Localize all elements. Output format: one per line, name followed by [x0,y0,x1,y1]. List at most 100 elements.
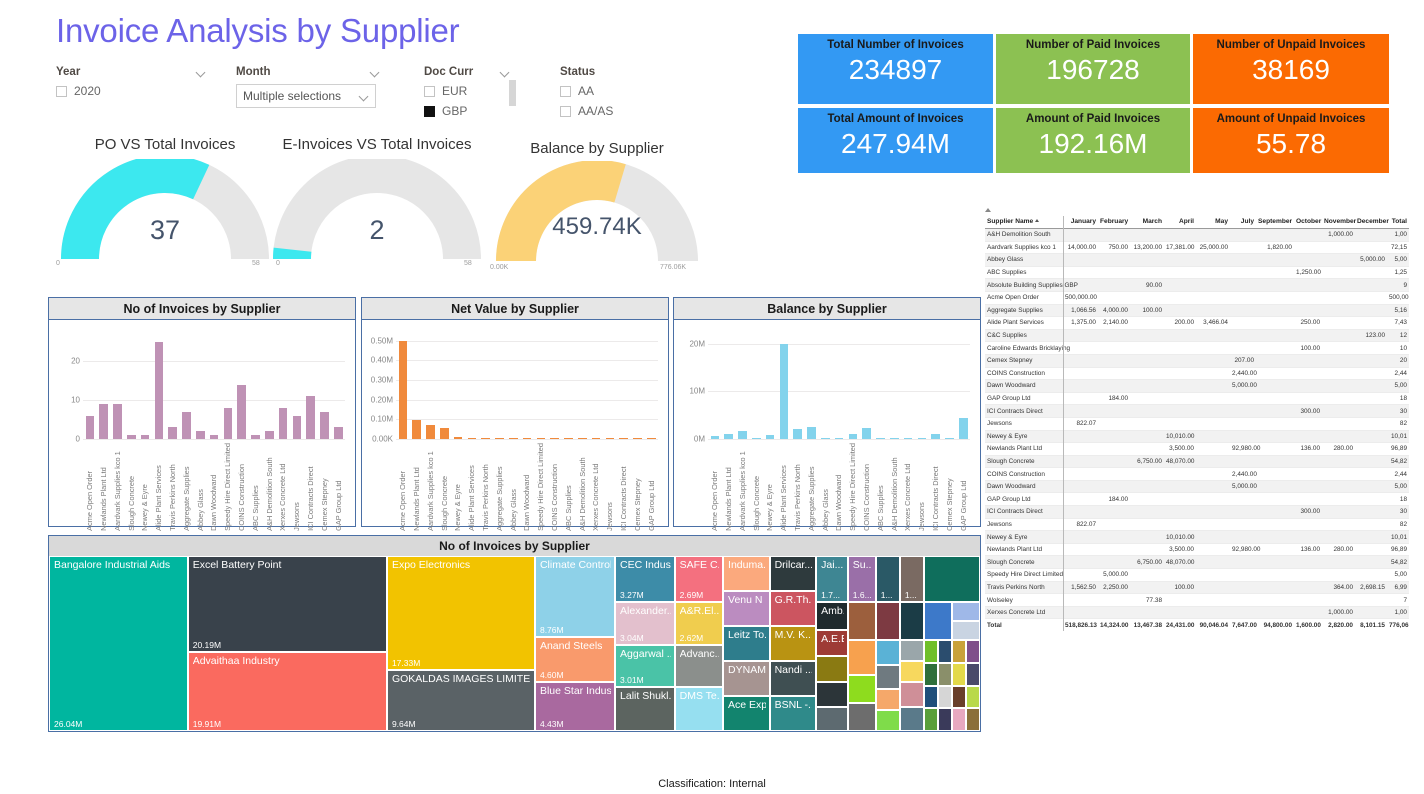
bar[interactable] [646,438,656,439]
chart-no-of-invoices-by-supplier[interactable]: No of Invoices by Supplier 0 10 20 Acme Op… [48,297,356,531]
slicer-doc-curr-option-gbp[interactable]: GBP [424,104,510,118]
gauge-visual[interactable]: 2 0 58 [268,155,486,267]
chevron-down-icon[interactable] [371,68,380,77]
matrix-row[interactable]: Abbey Glass 5,000.00 5,00 [985,253,1409,267]
bar[interactable] [495,438,504,439]
kpi-card-total-amount-of-invoices[interactable]: Total Amount of Invoices 247.94M [798,108,993,173]
matrix-row[interactable]: Speedy Hire Direct Limited 5,000.00 5,00 [985,568,1409,582]
bar[interactable] [522,438,532,439]
treemap-tile[interactable] [875,664,900,689]
bar[interactable] [440,428,449,439]
matrix-row[interactable]: Caroline Edwards Bricklaying 100.00 10 [985,341,1409,355]
matrix-row[interactable]: Jewsons 822.07 82 [985,518,1409,532]
checkbox-icon[interactable] [560,85,571,97]
matrix-supplier-monthly-amounts[interactable]: Supplier Name January February March April Ma… [985,208,1409,631]
bar[interactable] [453,437,463,439]
treemap-tile[interactable]: Alexander... 3.04M [615,601,675,646]
bar[interactable] [724,434,733,439]
treemap-tile[interactable]: BSNL -... [769,696,817,731]
bar[interactable] [862,427,871,439]
matrix-column-header[interactable]: July [1230,216,1256,229]
treemap-tile[interactable] [924,685,939,709]
matrix-row[interactable]: Newey & Eyre 10,010.00 10,01 [985,430,1409,444]
slicer-year-option-2020[interactable]: 2020 [56,84,206,98]
matrix-column-header[interactable]: December [1355,216,1389,229]
treemap-tile[interactable]: Amb... [816,601,848,630]
bar[interactable] [223,407,233,439]
matrix-row[interactable]: GAP Group Ltd 184.00 18 [985,392,1409,406]
treemap-tile[interactable]: A&R.El... 2.62M [674,601,724,646]
treemap-tile[interactable] [847,675,876,703]
bar[interactable] [550,438,559,439]
treemap-tile[interactable]: Drilcar... [769,556,817,591]
bar[interactable] [168,427,177,439]
slicer-doc-curr[interactable]: Doc Curr EUR GBP [424,66,510,118]
treemap-tile[interactable] [952,601,980,621]
treemap-tile[interactable]: Anand Steels 4.60M [534,636,616,682]
bar[interactable] [903,438,913,439]
bar[interactable] [807,427,816,439]
treemap-tile[interactable] [875,710,900,731]
bar[interactable] [633,438,642,439]
treemap-tile[interactable] [875,601,900,640]
bar[interactable] [710,436,720,439]
matrix-row[interactable]: Aardvark Supplies kco 1 14,000.00 750.00 13… [985,241,1409,255]
chevron-down-icon[interactable] [197,68,206,77]
treemap-tile[interactable]: Su... 1.6... [847,556,876,602]
matrix-row[interactable]: ABC Supplies 1,250.00 1,25 [985,266,1409,280]
bar[interactable] [264,431,274,439]
slicer-year[interactable]: Year 2020 [56,66,206,98]
slicer-doc-curr-option-eur[interactable]: EUR [424,84,510,98]
matrix-row[interactable]: ICI Contracts Direct 300.00 30 [985,404,1409,418]
bar[interactable] [605,438,615,439]
bar[interactable] [577,438,587,439]
matrix-row[interactable]: Newey & Eyre 10,010.00 10,01 [985,530,1409,544]
matrix-row[interactable]: COINS Construction 2,440.00 2,44 [985,467,1409,481]
bar[interactable] [752,438,761,439]
sort-ascending-icon[interactable] [1035,219,1040,222]
bar[interactable] [564,438,573,439]
bar[interactable] [412,419,421,439]
treemap-tile[interactable] [966,640,980,663]
bar[interactable] [306,396,315,439]
treemap-tile[interactable] [875,640,900,665]
matrix-column-header[interactable]: April [1164,216,1196,229]
matrix-total-row[interactable]: Total 518,826.13 14,324.00 13,467.38 24,431.… [985,618,1409,631]
bar[interactable] [779,344,789,439]
treemap-tile[interactable]: CEC Indus... 3.27M [615,556,675,602]
treemap-tile[interactable]: Excel Battery Point 20.19M [187,556,387,653]
kpi-card-number-of-unpaid-invoices[interactable]: Number of Unpaid Invoices 38169 [1193,34,1389,104]
treemap-tile[interactable]: SAFE C... 2.69M [674,556,724,602]
matrix-row[interactable]: C&C Supplies 123.00 12 [985,329,1409,343]
treemap-tile[interactable]: 1... [899,556,925,602]
treemap-tile[interactable] [899,661,925,682]
treemap-tile[interactable]: Induma... [723,556,770,591]
kpi-card-total-number-of-invoices[interactable]: Total Number of Invoices 234897 [798,34,993,104]
matrix-row[interactable]: Acme Open Order 500,000.00 500,00 [985,291,1409,305]
treemap-tile[interactable]: DYNAM... [723,661,770,696]
kpi-card-amount-of-paid-invoices[interactable]: Amount of Paid Invoices 192.16M [996,108,1190,173]
treemap-tile[interactable] [847,601,876,640]
bar[interactable] [292,415,302,439]
matrix-column-header[interactable]: Total [1387,216,1409,229]
treemap-tile[interactable] [816,682,848,707]
treemap-tile[interactable] [924,601,953,640]
kpi-card-amount-of-unpaid-invoices[interactable]: Amount of Unpaid Invoices 55.78 [1193,108,1389,173]
treemap-tile[interactable] [816,655,848,682]
treemap-tile[interactable]: Jai... 1.7... [816,556,848,602]
treemap-tile[interactable]: Aggarwal ... 3.01M [615,645,675,688]
bar[interactable] [931,434,940,439]
matrix-column-header[interactable]: September [1256,216,1294,229]
slicer-month[interactable]: Month Multiple selections [236,66,380,108]
bar[interactable] [85,415,95,439]
matrix-row[interactable]: Xerxes Concrete Ltd 1,000.00 1,00 [985,606,1409,620]
bar[interactable] [509,438,518,439]
treemap-no-of-invoices-by-supplier[interactable]: No of Invoices by Supplier Bangalore Ind… [48,535,981,732]
bar[interactable] [251,435,260,439]
slicer-year-header[interactable]: Year [56,66,206,78]
matrix-row[interactable]: GAP Group Ltd 184.00 18 [985,492,1409,507]
matrix-column-header[interactable]: May [1196,216,1230,229]
checkbox-icon[interactable] [56,85,67,97]
treemap-tile[interactable] [924,662,939,686]
chart-balance-by-supplier[interactable]: Balance by Supplier 0M 10M 20M Acme Open O… [673,297,981,531]
